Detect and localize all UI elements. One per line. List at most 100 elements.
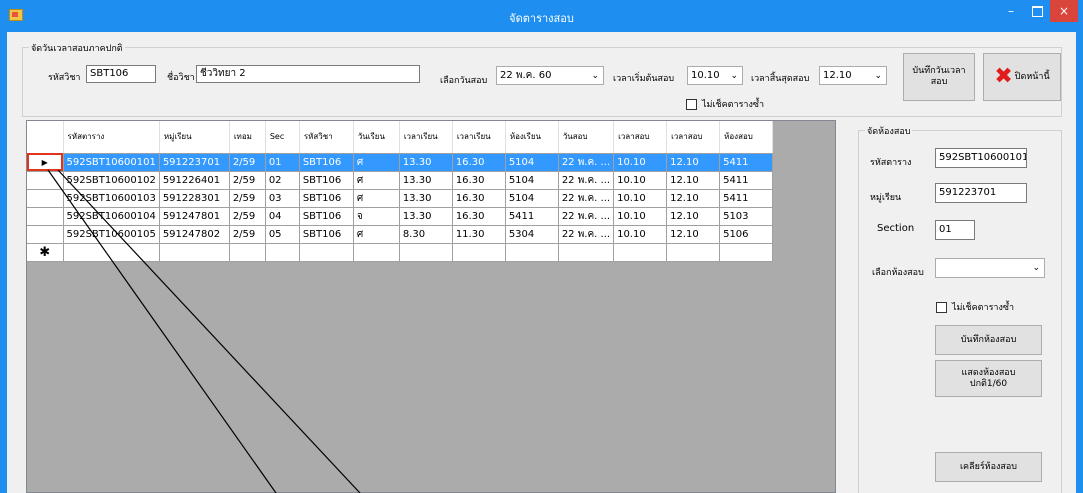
show-rooms-button[interactable]: แสดงห้องสอบปกติ1/60 [935, 360, 1042, 397]
table-cell[interactable] [558, 243, 615, 262]
table-cell[interactable]: 5411 [505, 207, 559, 226]
column-header[interactable]: เทอม [229, 121, 266, 154]
table-cell[interactable]: 5104 [505, 153, 559, 172]
table-cell[interactable]: 12.10 [666, 207, 721, 226]
table-row-selected[interactable]: ▶ 592SBT10600101 591223701 2/59 01 SBT10… [27, 153, 774, 172]
table-cell[interactable]: SBT106 [299, 207, 354, 226]
table-cell[interactable]: 22 พ.ค. ... [558, 171, 615, 190]
close-window-button[interactable]: × [1050, 0, 1078, 22]
table-cell[interactable]: 591226401 [159, 171, 230, 190]
table-cell[interactable] [265, 243, 300, 262]
row-header[interactable] [27, 207, 64, 226]
table-cell[interactable]: 592SBT10600102 [63, 171, 160, 190]
table-cell[interactable]: 592SBT10600104 [63, 207, 160, 226]
new-row[interactable]: ✱ [27, 243, 774, 262]
table-cell[interactable] [452, 243, 506, 262]
column-header[interactable]: รหัสวิชา [299, 121, 354, 154]
table-cell[interactable]: 16.30 [452, 189, 506, 208]
table-cell[interactable] [666, 243, 721, 262]
row-header-selected[interactable]: ▶ [27, 153, 64, 172]
clear-room-button[interactable]: เคลียร์ห้องสอบ [935, 452, 1042, 482]
table-cell[interactable]: 2/59 [229, 171, 266, 190]
column-header[interactable]: Sec [265, 121, 300, 154]
table-cell[interactable]: 16.30 [452, 207, 506, 226]
table-cell[interactable] [63, 243, 160, 262]
table-cell[interactable]: 12.10 [666, 225, 721, 244]
table-row[interactable]: 592SBT10600104 591247801 2/59 04 SBT106 … [27, 207, 774, 226]
table-cell[interactable]: SBT106 [299, 153, 354, 172]
table-cell[interactable] [613, 243, 668, 262]
save-room-button[interactable]: บันทึกห้องสอบ [935, 325, 1042, 355]
exam-schedule-grid[interactable]: รหัสตาราง หมู่เรียน เทอม Sec รหัสวิชา วั… [26, 120, 836, 493]
column-header[interactable]: วันเรียน [353, 121, 400, 154]
table-cell[interactable]: 05 [265, 225, 300, 244]
table-cell[interactable]: SBT106 [299, 225, 354, 244]
exam-room-select[interactable]: ⌄ [935, 258, 1045, 278]
room-no-check-duplicate-checkbox[interactable]: ไม่เช็คตารางซ้ำ [936, 300, 1014, 314]
table-cell[interactable]: 10.10 [613, 207, 668, 226]
table-code-input[interactable]: 592SBT10600101 [935, 148, 1027, 168]
table-cell[interactable]: 2/59 [229, 207, 266, 226]
table-cell[interactable] [299, 243, 354, 262]
table-cell[interactable]: ศ [353, 225, 400, 244]
table-cell[interactable]: 10.10 [613, 225, 668, 244]
row-header[interactable] [27, 225, 64, 244]
table-row[interactable]: 592SBT10600105 591247802 2/59 05 SBT106 … [27, 225, 774, 244]
table-cell[interactable] [159, 243, 230, 262]
table-cell[interactable]: ศ [353, 153, 400, 172]
save-exam-datetime-button[interactable]: บันทึกวันเวลาสอบ [903, 53, 975, 101]
table-cell[interactable]: 13.30 [399, 171, 453, 190]
table-cell[interactable]: 2/59 [229, 153, 266, 172]
table-row[interactable]: 592SBT10600102 591226401 2/59 02 SBT106 … [27, 171, 774, 190]
table-cell[interactable]: จ [353, 207, 400, 226]
table-cell[interactable]: 22 พ.ค. ... [558, 207, 615, 226]
subject-name-input[interactable]: ชีววิทยา 2 [196, 65, 420, 83]
column-header[interactable]: หมู่เรียน [159, 121, 230, 154]
subject-code-input[interactable]: SBT106 [86, 65, 156, 83]
table-cell[interactable]: 13.30 [399, 207, 453, 226]
table-cell[interactable]: 12.10 [666, 171, 721, 190]
table-cell[interactable]: 5304 [505, 225, 559, 244]
new-row-header[interactable]: ✱ [27, 243, 64, 262]
table-cell[interactable]: 5104 [505, 171, 559, 190]
section-group-input[interactable]: 591223701 [935, 183, 1027, 203]
column-header[interactable]: รหัสตาราง [63, 121, 160, 154]
minimize-button[interactable]: – [998, 0, 1024, 22]
table-cell[interactable]: 591223701 [159, 153, 230, 172]
column-header[interactable]: เวลาเรียน [452, 121, 506, 154]
table-cell[interactable]: 12.10 [666, 189, 721, 208]
row-header[interactable] [27, 189, 64, 208]
column-header[interactable]: เวลาสอบ [666, 121, 721, 154]
table-cell[interactable] [353, 243, 400, 262]
table-cell[interactable]: 13.30 [399, 153, 453, 172]
table-cell[interactable]: 591228301 [159, 189, 230, 208]
no-check-duplicate-checkbox[interactable]: ไม่เช็คตารางซ้ำ [686, 97, 764, 111]
table-cell[interactable] [229, 243, 266, 262]
section-input[interactable]: 01 [935, 220, 975, 240]
row-header[interactable] [27, 171, 64, 190]
table-cell[interactable]: 5411 [719, 171, 774, 190]
table-cell[interactable]: 5411 [719, 189, 774, 208]
table-cell[interactable]: 22 พ.ค. ... [558, 225, 615, 244]
table-cell[interactable]: 5104 [505, 189, 559, 208]
table-cell[interactable]: 11.30 [452, 225, 506, 244]
table-cell[interactable]: 02 [265, 171, 300, 190]
table-cell[interactable]: 2/59 [229, 225, 266, 244]
table-cell[interactable]: 591247801 [159, 207, 230, 226]
close-page-button[interactable]: ✖ ปิดหน้านี้ [983, 53, 1061, 101]
table-cell[interactable]: 16.30 [452, 153, 506, 172]
table-cell[interactable]: 13.30 [399, 189, 453, 208]
exam-date-picker[interactable]: 22 พ.ค. 60 ⌄ [496, 66, 604, 85]
table-cell[interactable]: 22 พ.ค. ... [558, 189, 615, 208]
table-cell[interactable]: 10.10 [613, 171, 668, 190]
column-header[interactable]: ห้องเรียน [505, 121, 559, 154]
column-header[interactable]: เวลาเรียน [399, 121, 453, 154]
table-cell[interactable]: 10.10 [613, 153, 668, 172]
table-cell[interactable]: 04 [265, 207, 300, 226]
table-cell[interactable]: SBT106 [299, 171, 354, 190]
table-cell[interactable]: 592SBT10600101 [63, 153, 160, 172]
table-cell[interactable]: ศ [353, 189, 400, 208]
table-cell[interactable] [505, 243, 559, 262]
table-cell[interactable] [399, 243, 453, 262]
table-cell[interactable]: 2/59 [229, 189, 266, 208]
